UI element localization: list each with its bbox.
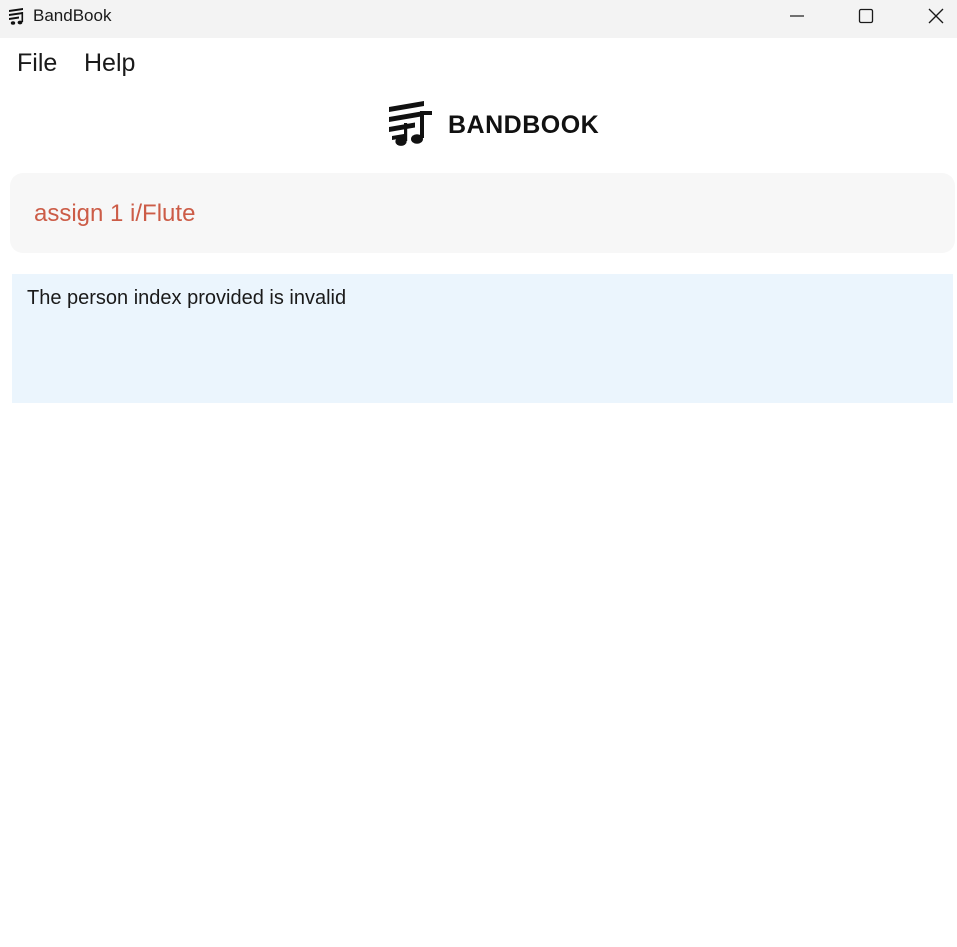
result-display: The person index provided is invalid	[12, 274, 953, 403]
window-title: BandBook	[33, 6, 112, 25]
logo-text: BANDBOOK	[448, 110, 600, 139]
result-message: The person index provided is invalid	[27, 287, 347, 309]
menu-file[interactable]: File	[17, 48, 57, 78]
maximize-button[interactable]	[843, 0, 889, 32]
command-box[interactable]: assign 1 i/Flute	[10, 173, 955, 253]
minimize-button[interactable]	[774, 0, 820, 32]
command-input[interactable]: assign 1 i/Flute	[34, 199, 195, 229]
menu-bar: File Help	[0, 38, 957, 90]
close-icon	[928, 8, 944, 24]
menu-help[interactable]: Help	[84, 48, 135, 78]
maximize-icon	[858, 8, 874, 24]
close-button[interactable]	[913, 0, 957, 32]
minimize-icon	[790, 15, 804, 17]
bandbook-logo-icon	[388, 99, 434, 152]
title-bar: BandBook	[0, 0, 957, 38]
app-logo: BANDBOOK	[388, 100, 599, 150]
bandbook-logo-icon	[8, 7, 26, 25]
